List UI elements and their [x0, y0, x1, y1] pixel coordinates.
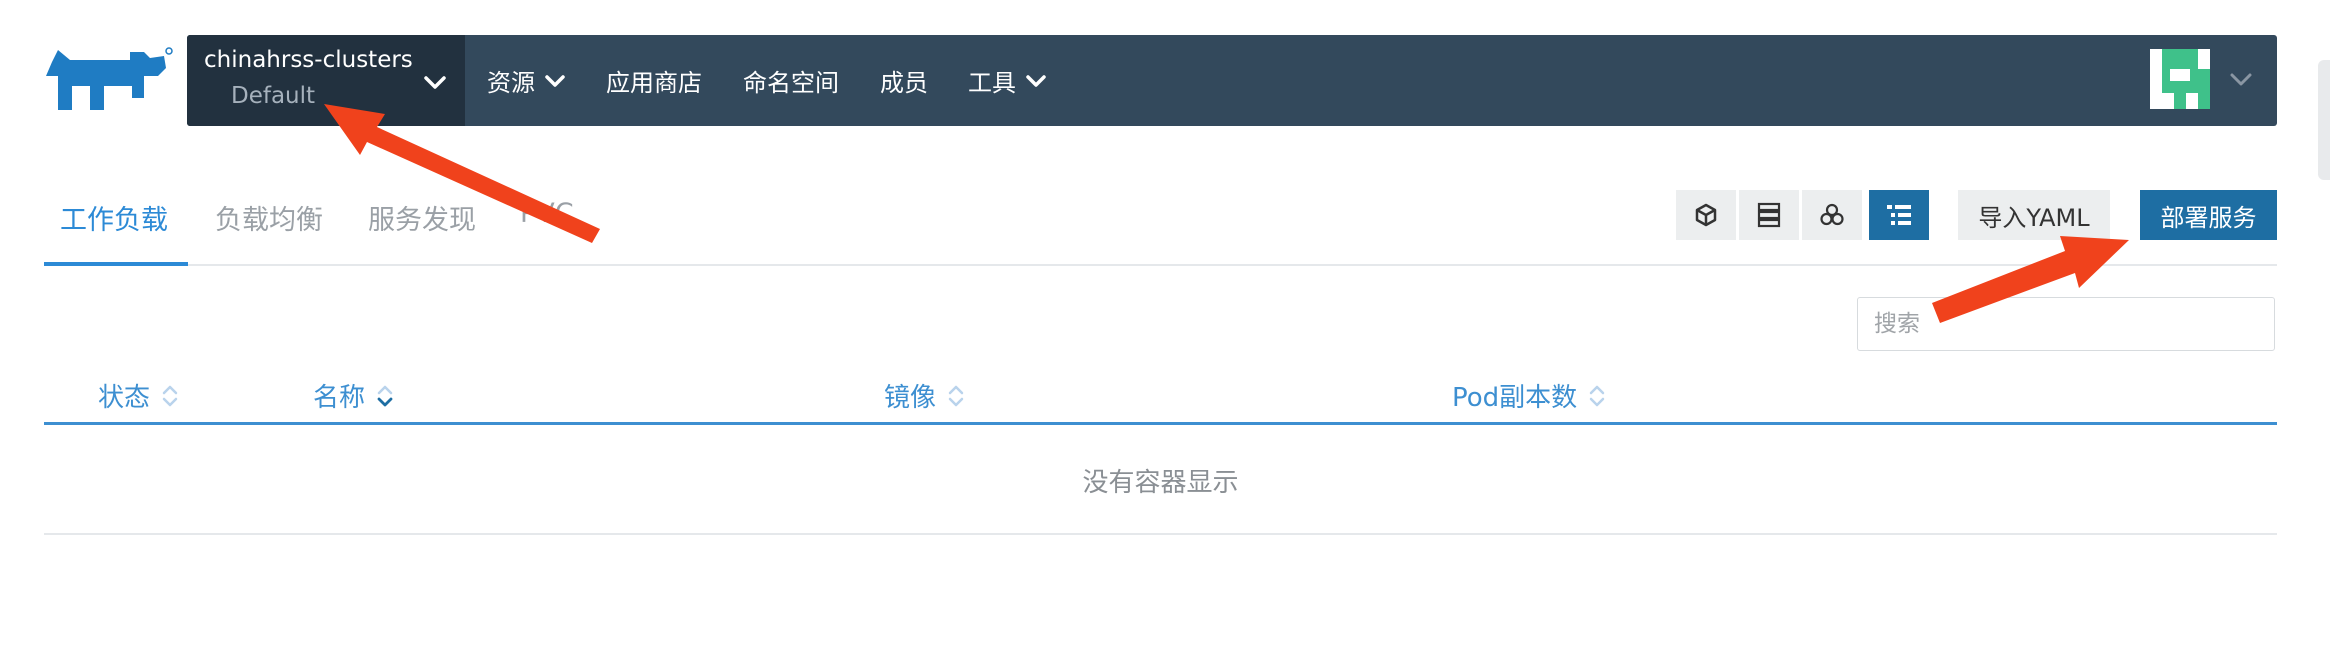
column-header-label: 名称: [313, 383, 366, 413]
view-tree-button[interactable]: [1869, 190, 1929, 240]
chevron-down-icon: [1026, 74, 1046, 87]
view-group-button[interactable]: [1802, 190, 1862, 240]
table-header-divider: [44, 422, 2277, 425]
chevron-down-icon: [424, 76, 446, 89]
sort-icon: [948, 385, 964, 406]
rancher-logo[interactable]: [38, 46, 174, 116]
column-header-label: 镜像: [884, 383, 937, 413]
nav-item-label: 成员: [880, 69, 928, 97]
cluster-icon: [1820, 203, 1844, 226]
top-navbar: chinahrss-clusters Default 资源 应用商店 命名空间 …: [187, 35, 2277, 126]
nav-item-namespaces[interactable]: 命名空间: [743, 35, 839, 126]
tabs-divider: [44, 264, 2277, 266]
column-header-image[interactable]: 镜像: [884, 377, 964, 414]
sort-icon: [162, 385, 178, 406]
sort-icon: [377, 385, 393, 406]
import-yaml-button[interactable]: 导入YAML: [1958, 190, 2110, 240]
column-header-label: 状态: [98, 383, 151, 413]
empty-table-message: 没有容器显示: [1082, 468, 1239, 498]
tree-list-icon: [1887, 205, 1911, 225]
tab-service-discovery[interactable]: 服务发现: [368, 198, 476, 237]
nav-item-label: 工具: [968, 69, 1016, 97]
column-header-status[interactable]: 状态: [98, 377, 178, 414]
sort-icon: [1589, 385, 1605, 406]
tab-load-balancing[interactable]: 负载均衡: [215, 198, 323, 237]
list-rows-icon: [1757, 202, 1781, 228]
chevron-down-icon: [545, 74, 565, 87]
table-bottom-divider: [44, 533, 2277, 535]
view-list-button[interactable]: [1739, 190, 1799, 240]
chevron-down-icon[interactable]: [2229, 72, 2253, 88]
view-by-pod-button[interactable]: [1676, 190, 1736, 240]
nav-item-label: 资源: [487, 69, 535, 97]
project-name: Default: [231, 83, 316, 109]
column-header-label: Pod副本数: [1452, 383, 1578, 413]
nav-item-app-store[interactable]: 应用商店: [606, 35, 702, 126]
cube-icon: [1695, 203, 1717, 227]
search-input[interactable]: [1857, 297, 2275, 351]
nav-item-label: 命名空间: [743, 69, 839, 97]
deploy-service-button[interactable]: 部署服务: [2140, 190, 2277, 240]
user-avatar[interactable]: [2150, 49, 2210, 109]
cluster-switcher[interactable]: chinahrss-clusters Default: [187, 35, 465, 126]
nav-item-resources[interactable]: 资源: [487, 35, 566, 126]
active-tab-indicator: [44, 262, 188, 266]
tab-workloads[interactable]: 工作负载: [60, 198, 168, 237]
nav-item-tools[interactable]: 工具: [968, 35, 1047, 126]
window-edge: [2318, 60, 2330, 180]
tab-pvc[interactable]: PVC: [520, 198, 574, 229]
nav-item-members[interactable]: 成员: [880, 35, 928, 126]
nav-item-label: 应用商店: [606, 69, 702, 97]
cluster-name: chinahrss-clusters: [204, 47, 413, 73]
column-header-pod-replicas[interactable]: Pod副本数: [1452, 377, 1605, 414]
column-header-name[interactable]: 名称: [313, 377, 393, 414]
